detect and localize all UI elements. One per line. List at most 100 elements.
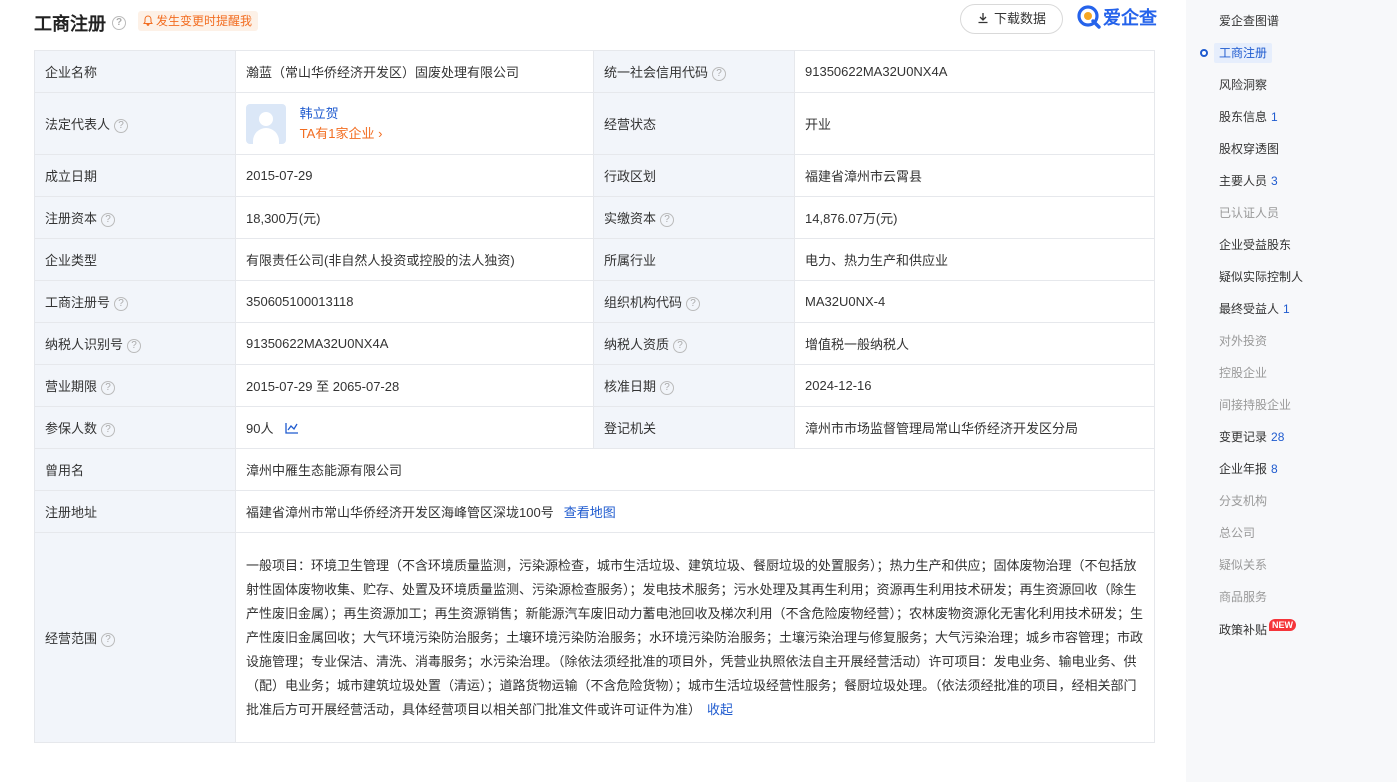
table-value-cell: 福建省漳州市云霄县	[794, 154, 1155, 197]
table-label-cell: 所属行业	[593, 238, 795, 281]
sidebar-item[interactable]: 股权穿透图	[1219, 139, 1279, 159]
chevron-right-icon: ›	[378, 125, 383, 141]
table-value-cell: 开业	[794, 92, 1155, 155]
sidebar-nav: 爱企查图谱 工商注册 风险洞察 股东信息 1 股权穿透图 主要人员 3 已认证人员 企业受益股东疑…	[1186, 0, 1397, 782]
business-term-value: 2015-07-29 至 2065-07-28	[246, 379, 400, 394]
brand-logo[interactable]: 爱企查	[1077, 5, 1157, 31]
table-row: 注册地址 福建省漳州市常山华侨经济开发区海峰管区深垅100号 查看地图	[34, 490, 1155, 533]
collapse-link[interactable]: 收起	[707, 702, 733, 717]
company-type-value: 有限责任公司(非自然人投资或控股的法人独资)	[246, 253, 515, 268]
table-value-cell: 2015-07-29	[235, 154, 594, 197]
sidebar-item-label: 疑似关系	[1219, 558, 1268, 572]
field-label: 企业类型	[45, 253, 98, 268]
table-row: 纳税人识别号? 91350622MA32U0NX4A 纳税人资质? 增值税一般纳…	[34, 322, 1155, 365]
table-label-cell: 营业期限?	[34, 364, 236, 407]
table-label-cell: 成立日期	[34, 154, 236, 197]
sidebar-item[interactable]: 对外投资	[1219, 331, 1267, 351]
sidebar-item[interactable]: 分支机构	[1219, 491, 1267, 511]
table-value-cell: 有限责任公司(非自然人投资或控股的法人独资)	[235, 238, 594, 281]
former-name-value: 漳州中雁生态能源有限公司	[246, 463, 403, 478]
sidebar-item[interactable]: 最终受益人 1	[1219, 299, 1290, 319]
field-label: 营业期限	[45, 379, 98, 394]
sidebar-item[interactable]: 商品服务	[1219, 587, 1267, 607]
table-label-cell: 组织机构代码?	[593, 280, 795, 323]
change-notify-label: 发生变更时提醒我	[156, 14, 253, 28]
help-icon[interactable]: ?	[686, 296, 701, 311]
table-label-cell: 核准日期?	[593, 364, 795, 407]
help-icon[interactable]: ?	[114, 296, 129, 311]
taxpayer-id-value: 91350622MA32U0NX4A	[246, 336, 389, 351]
field-label: 工商注册号	[45, 295, 111, 310]
sidebar-item-label: 疑似实际控制人	[1219, 270, 1304, 284]
sidebar-item-label: 政策补贴	[1219, 623, 1268, 637]
sidebar-item-label: 对外投资	[1219, 334, 1268, 348]
help-icon[interactable]: ?	[101, 422, 116, 437]
legal-rep-companies-label: TA有1家企业	[299, 125, 375, 141]
sidebar-item[interactable]: 主要人员 3	[1219, 171, 1278, 191]
avatar[interactable]	[246, 103, 286, 144]
sidebar-item[interactable]: 疑似关系	[1219, 555, 1267, 575]
org-code-value: MA32U0NX-4	[805, 294, 886, 309]
sidebar-item[interactable]: 控股企业	[1219, 363, 1267, 383]
view-map-link[interactable]: 查看地图	[564, 505, 616, 520]
change-notify-button[interactable]: 发生变更时提醒我	[138, 11, 259, 31]
help-icon[interactable]: ?	[101, 212, 116, 227]
sidebar-item-label: 控股企业	[1219, 366, 1268, 380]
business-status-value: 开业	[805, 117, 832, 132]
section-header: 工商注册 ? 发生变更时提醒我 下载数据 爱企查	[34, 4, 1157, 36]
sidebar-item[interactable]: 疑似实际控制人	[1219, 267, 1303, 287]
legal-rep-companies-link[interactable]: TA有1家企业 ›	[300, 124, 383, 144]
help-icon[interactable]: ?	[712, 66, 727, 81]
sidebar-item[interactable]: 总公司	[1219, 523, 1255, 543]
table-value-cell: 增值税一般纳税人	[794, 322, 1155, 365]
sidebar-item[interactable]: 已认证人员	[1219, 203, 1279, 223]
sidebar-item[interactable]: 风险洞察	[1219, 75, 1267, 95]
sidebar-item-count: 28	[1271, 430, 1285, 444]
sidebar-item[interactable]: 工商注册	[1214, 43, 1273, 63]
field-label: 法定代表人	[45, 117, 111, 132]
sidebar-item[interactable]: 政策补贴 NEW	[1219, 619, 1297, 639]
legal-rep-name-link[interactable]: 韩立贺	[300, 104, 383, 124]
sidebar-item[interactable]: 股东信息 1	[1219, 107, 1278, 127]
sidebar-item-count: 1	[1283, 302, 1290, 316]
sidebar-item-count: 8	[1271, 462, 1278, 476]
help-icon[interactable]: ?	[112, 16, 126, 30]
table-value-cell: 90人	[235, 406, 594, 449]
taxpayer-type-value: 增值税一般纳税人	[805, 337, 910, 352]
sidebar-item[interactable]: 变更记录 28	[1219, 427, 1284, 447]
sidebar-item-count: 3	[1271, 174, 1278, 188]
field-label: 行政区划	[604, 169, 657, 184]
page-title: 工商注册 ?	[34, 10, 126, 36]
table-value-cell: 350605100013118	[235, 280, 594, 323]
download-data-button[interactable]: 下载数据	[960, 4, 1063, 34]
table-value-cell: 漳州市市场监督管理局常山华侨经济开发区分局	[794, 406, 1155, 449]
sidebar-item[interactable]: 企业年报 8	[1219, 459, 1278, 479]
help-icon[interactable]: ?	[114, 118, 129, 133]
help-icon[interactable]: ?	[660, 212, 675, 227]
table-label-cell: 参保人数?	[34, 406, 236, 449]
company-name-value: 瀚蓝（常山华侨经济开发区）固废处理有限公司	[246, 65, 520, 80]
legal-rep-block: 韩立贺 TA有1家企业 ›	[300, 104, 383, 144]
field-label: 参保人数	[45, 421, 98, 436]
sidebar-item-label: 股东信息	[1219, 110, 1268, 124]
table-value-cell: 91350622MA32U0NX4A	[794, 50, 1155, 93]
help-icon[interactable]: ?	[660, 380, 675, 395]
field-label: 纳税人识别号	[45, 337, 124, 352]
bell-icon	[143, 15, 153, 26]
help-icon[interactable]: ?	[101, 380, 116, 395]
field-label: 所属行业	[604, 253, 657, 268]
table-value-cell: 电力、热力生产和供应业	[794, 238, 1155, 281]
download-data-label: 下载数据	[993, 11, 1046, 26]
sidebar-item[interactable]: 间接持股企业	[1219, 395, 1291, 415]
table-label-cell: 注册资本?	[34, 196, 236, 239]
table-label-cell: 企业类型	[34, 238, 236, 281]
sidebar-item-label: 变更记录	[1219, 430, 1268, 444]
insured-count-value: 90人	[246, 421, 274, 436]
registered-capital-value: 18,300万(元)	[246, 211, 321, 226]
trend-chart-icon[interactable]	[285, 422, 299, 434]
help-icon[interactable]: ?	[673, 338, 688, 353]
help-icon[interactable]: ?	[127, 338, 142, 353]
sidebar-item[interactable]: 爱企查图谱	[1219, 11, 1279, 31]
help-icon[interactable]: ?	[101, 632, 116, 647]
sidebar-item[interactable]: 企业受益股东	[1219, 235, 1291, 255]
